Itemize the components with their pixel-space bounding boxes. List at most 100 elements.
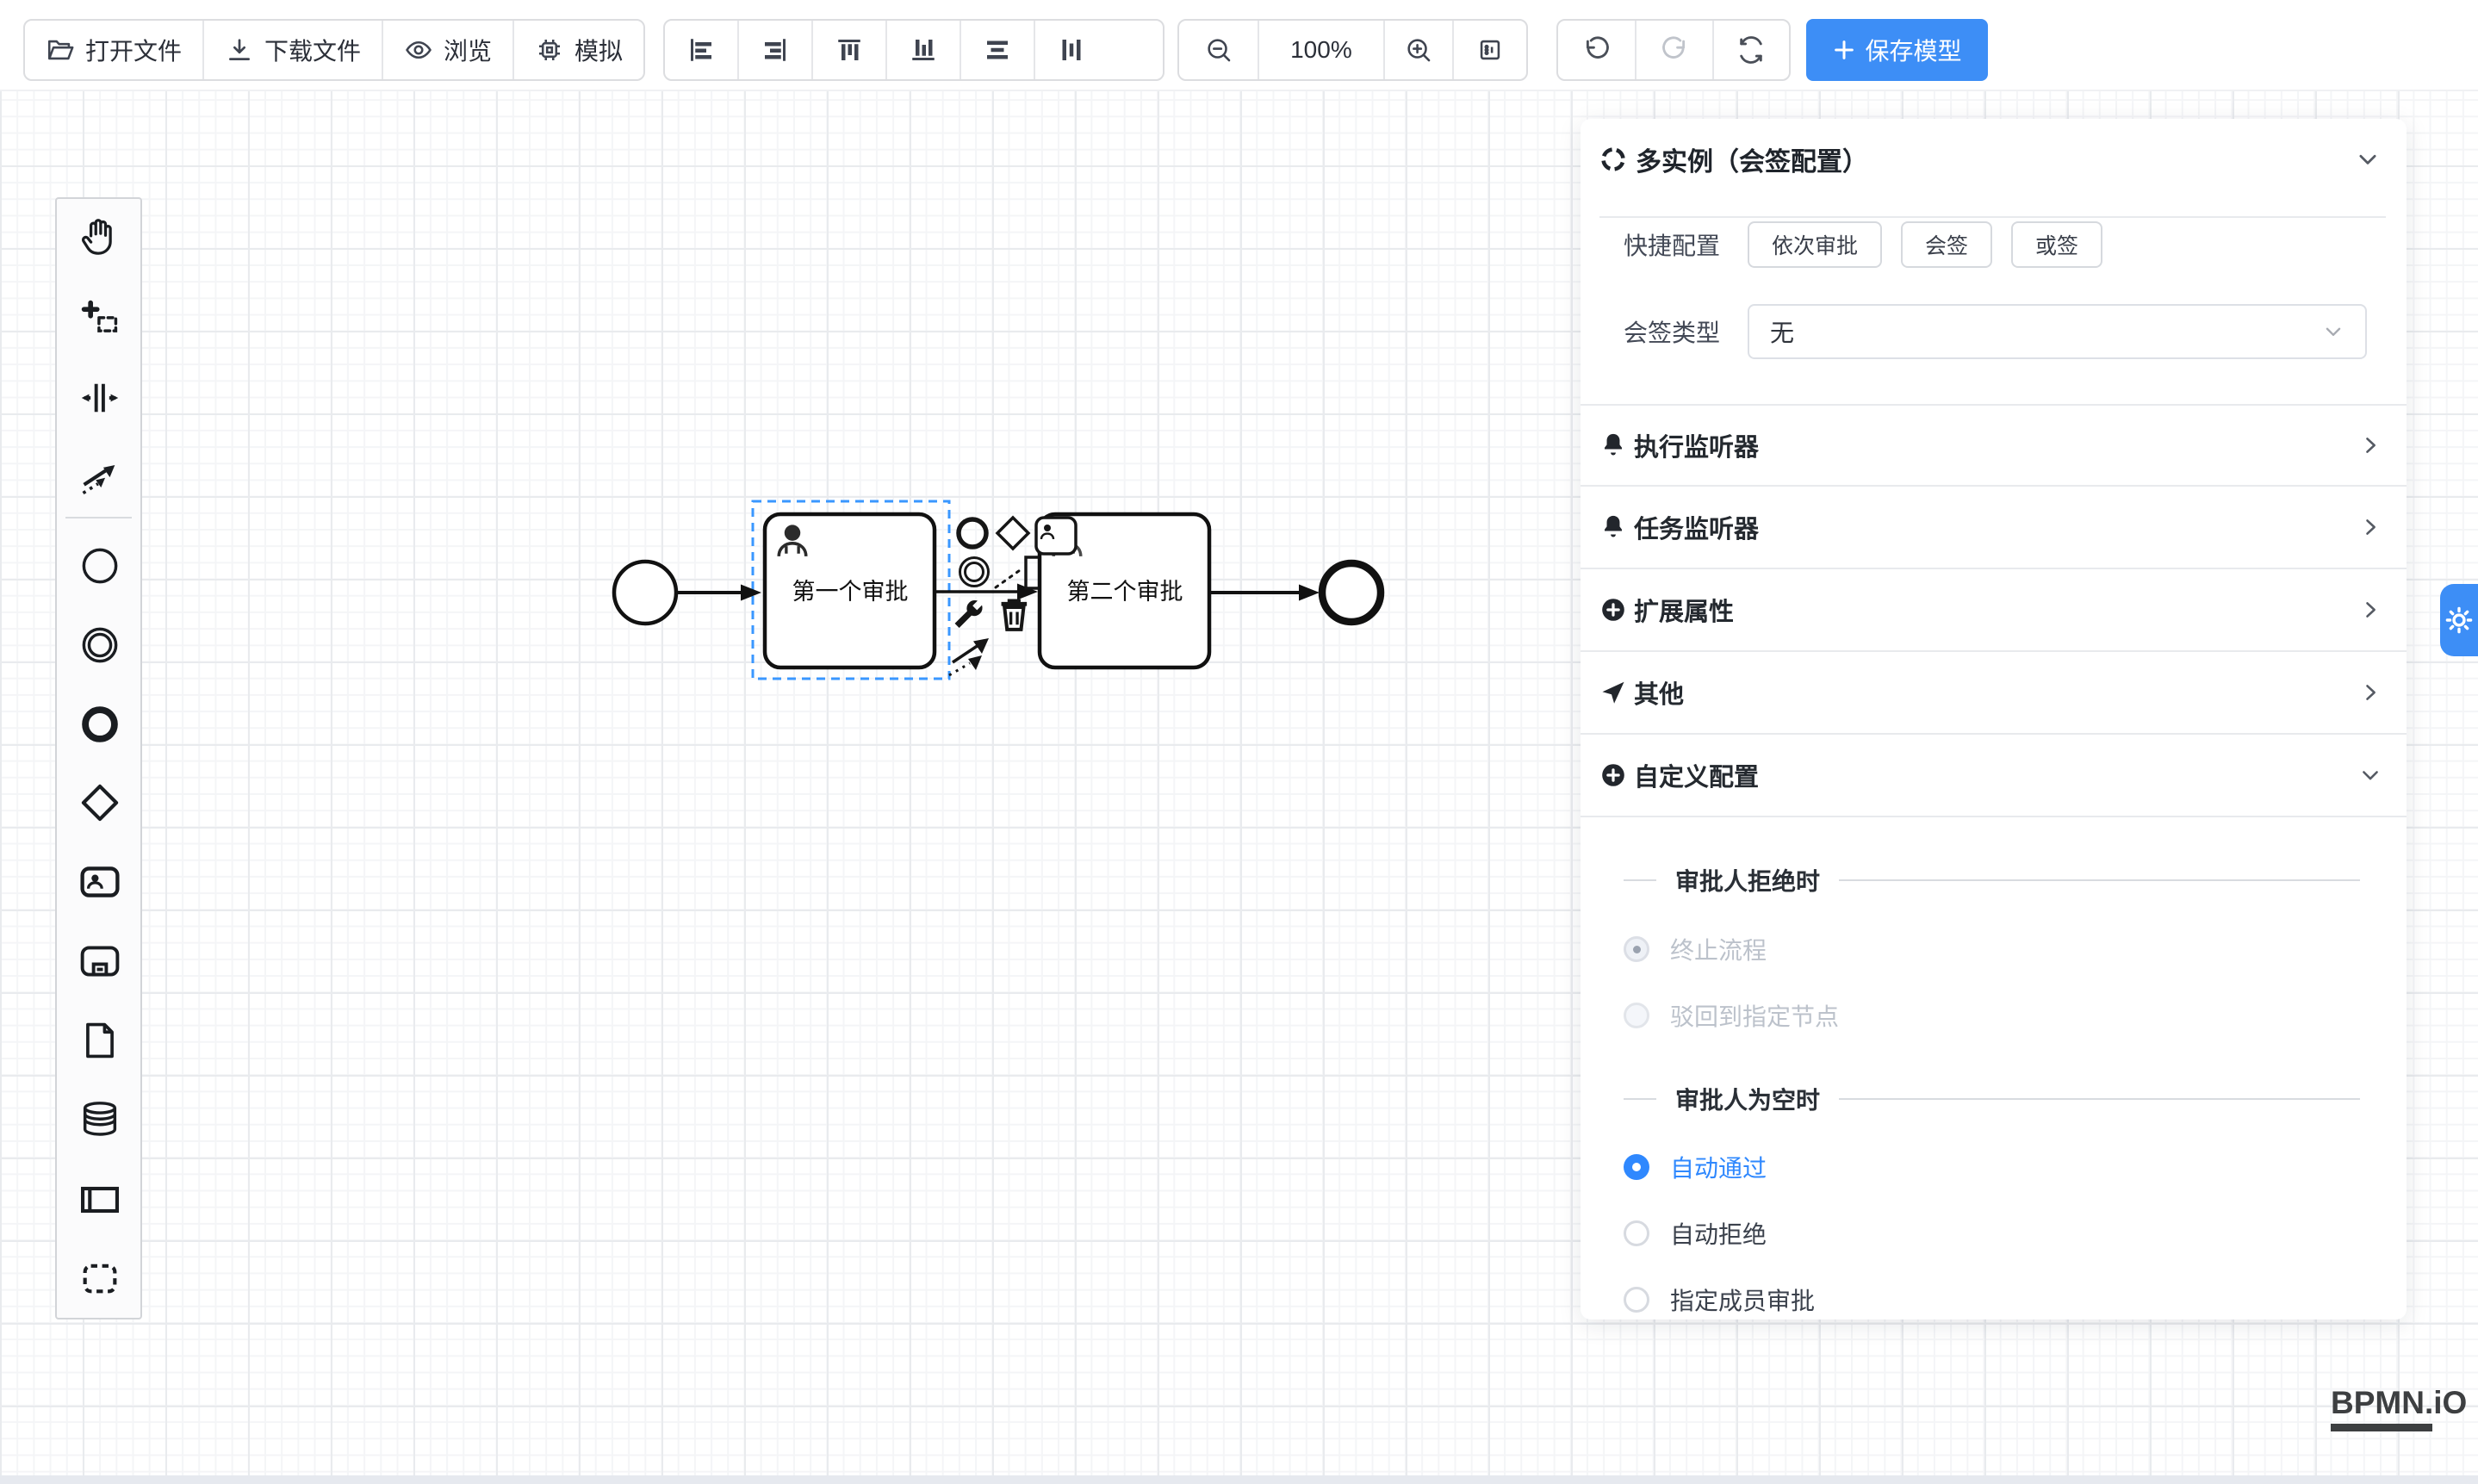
create-data-object[interactable]	[78, 1018, 122, 1063]
zoom-level[interactable]: 100%	[1258, 21, 1383, 79]
create-start-event[interactable]	[78, 543, 122, 588]
align-right-button[interactable]	[737, 21, 811, 79]
create-user-task[interactable]	[78, 860, 122, 904]
create-end-event[interactable]	[78, 702, 122, 747]
sign-type-select[interactable]: 无	[1748, 304, 2367, 359]
align-center-vertical-icon	[1056, 34, 1087, 65]
create-participant[interactable]	[78, 1177, 122, 1222]
undo-icon	[1582, 35, 1612, 65]
redo-icon	[1660, 35, 1689, 65]
sequence-flow-3[interactable]	[1209, 585, 1320, 601]
create-group[interactable]	[78, 1257, 122, 1301]
create-intermediate-event[interactable]	[78, 623, 122, 667]
bpmn-io-logo-text: BPMN.iO	[2331, 1385, 2467, 1421]
folder-open-icon	[46, 35, 75, 65]
section-execution-listener[interactable]: 执行监听器	[1581, 404, 2407, 487]
zoom-out-button[interactable]	[1179, 21, 1258, 79]
space-tool[interactable]	[78, 376, 122, 420]
bottom-scroll-strip[interactable]	[0, 1475, 2478, 1484]
zoom-out-icon	[1204, 35, 1233, 65]
toolbar: 打开文件 下载文件 浏览 模拟	[0, 0, 2478, 91]
align-left-button[interactable]	[665, 21, 737, 79]
create-data-store[interactable]	[78, 1096, 122, 1141]
end-event[interactable]	[1322, 563, 1381, 622]
radio-return-to-node[interactable]: 驳回到指定节点	[1624, 998, 1839, 1033]
chevron-right-icon	[2358, 598, 2382, 622]
sequence-flow-1[interactable]	[677, 585, 761, 601]
align-center-vertical-button[interactable]	[1034, 21, 1108, 79]
radio-icon	[1624, 1287, 1649, 1313]
quick-button-sequential[interactable]: 依次审批	[1748, 221, 1882, 268]
section-custom-config[interactable]: 自定义配置	[1581, 735, 2407, 817]
open-file-button[interactable]: 打开文件	[25, 21, 202, 79]
align-center-horizontal-button[interactable]	[960, 21, 1034, 79]
gear-icon	[2444, 605, 2474, 635]
bpmn-designer-app: 第一个审批 第二个审批	[0, 0, 2478, 1484]
download-icon	[225, 35, 254, 65]
bpmn-io-logo[interactable]: BPMN.iO	[2331, 1385, 2467, 1431]
append-intermediate-event-icon[interactable]	[960, 558, 989, 587]
zoom-in-icon	[1404, 35, 1433, 65]
append-end-event-icon[interactable]	[959, 519, 986, 547]
section-extended-properties[interactable]: 扩展属性	[1581, 569, 2407, 652]
append-user-task-icon[interactable]	[1036, 518, 1076, 554]
align-bottom-button[interactable]	[885, 21, 960, 79]
save-model-button[interactable]: 保存模型	[1806, 19, 1988, 81]
chevron-down-icon	[2355, 146, 2381, 172]
plus-circle-icon	[1599, 761, 1627, 789]
quick-button-countersign[interactable]: 会签	[1901, 221, 1992, 268]
empty-approver-divider: 审批人为空时	[1624, 1082, 2360, 1116]
align-right-icon	[760, 34, 791, 65]
radio-auto-pass[interactable]: 自动通过	[1624, 1150, 1767, 1184]
section-task-listener[interactable]: 任务监听器	[1581, 487, 2407, 569]
trash-icon[interactable]	[1002, 601, 1028, 630]
create-gateway[interactable]	[78, 780, 122, 825]
simulate-label: 模拟	[574, 33, 623, 67]
download-file-button[interactable]: 下载文件	[202, 21, 382, 79]
redo-button[interactable]	[1635, 21, 1711, 79]
panel-header-multi-instance[interactable]: 多实例（会签配置）	[1599, 134, 2381, 184]
global-connect-tool[interactable]	[78, 454, 122, 499]
simulate-button[interactable]: 模拟	[512, 21, 643, 79]
zoom-in-button[interactable]	[1383, 21, 1452, 79]
settings-edge-tab[interactable]	[2440, 584, 2478, 656]
file-button-group: 打开文件 下载文件 浏览 模拟	[23, 19, 645, 81]
radio-icon	[1624, 1154, 1649, 1180]
radio-icon	[1624, 1003, 1649, 1028]
append-gateway-icon[interactable]	[997, 518, 1028, 549]
undo-button[interactable]	[1558, 21, 1635, 79]
radio-icon	[1624, 936, 1649, 962]
connect-icon[interactable]	[949, 638, 989, 675]
lasso-tool[interactable]	[78, 296, 122, 341]
refresh-button[interactable]	[1712, 21, 1789, 79]
chevron-right-icon	[2358, 515, 2382, 539]
chevron-down-icon	[2322, 320, 2344, 343]
task1-label: 第一个审批	[792, 579, 909, 605]
send-icon	[1599, 679, 1627, 706]
history-button-group	[1556, 19, 1791, 81]
create-subprocess[interactable]	[78, 939, 122, 984]
radio-designated-member[interactable]: 指定成员审批	[1624, 1282, 1815, 1317]
section-other[interactable]: 其他	[1581, 652, 2407, 735]
chevron-right-icon	[2358, 433, 2382, 457]
start-event[interactable]	[614, 562, 676, 624]
align-top-button[interactable]	[811, 21, 885, 79]
zoom-level-value: 100%	[1290, 36, 1352, 64]
quick-button-orsign[interactable]: 或签	[2011, 221, 2102, 268]
reject-divider-title: 审批人拒绝时	[1675, 863, 1820, 897]
fit-viewport-button[interactable]	[1452, 21, 1526, 79]
radio-terminate-process[interactable]: 终止流程	[1624, 932, 1767, 966]
radio-auto-reject[interactable]: 自动拒绝	[1624, 1216, 1767, 1251]
radio-icon	[1624, 1220, 1649, 1246]
palette	[55, 197, 142, 1319]
wrench-icon[interactable]	[955, 600, 983, 628]
download-file-label: 下载文件	[264, 33, 361, 67]
hand-tool[interactable]	[78, 214, 122, 259]
open-file-label: 打开文件	[85, 33, 182, 67]
quick-config-row: 快捷配置 依次审批 会签 或签	[1624, 221, 2367, 268]
task-first-approval[interactable]: 第一个审批	[765, 514, 935, 667]
save-model-label: 保存模型	[1865, 33, 1961, 67]
browse-label: 浏览	[444, 33, 492, 67]
quick-config-label: 快捷配置	[1624, 227, 1723, 262]
browse-button[interactable]: 浏览	[382, 21, 512, 79]
